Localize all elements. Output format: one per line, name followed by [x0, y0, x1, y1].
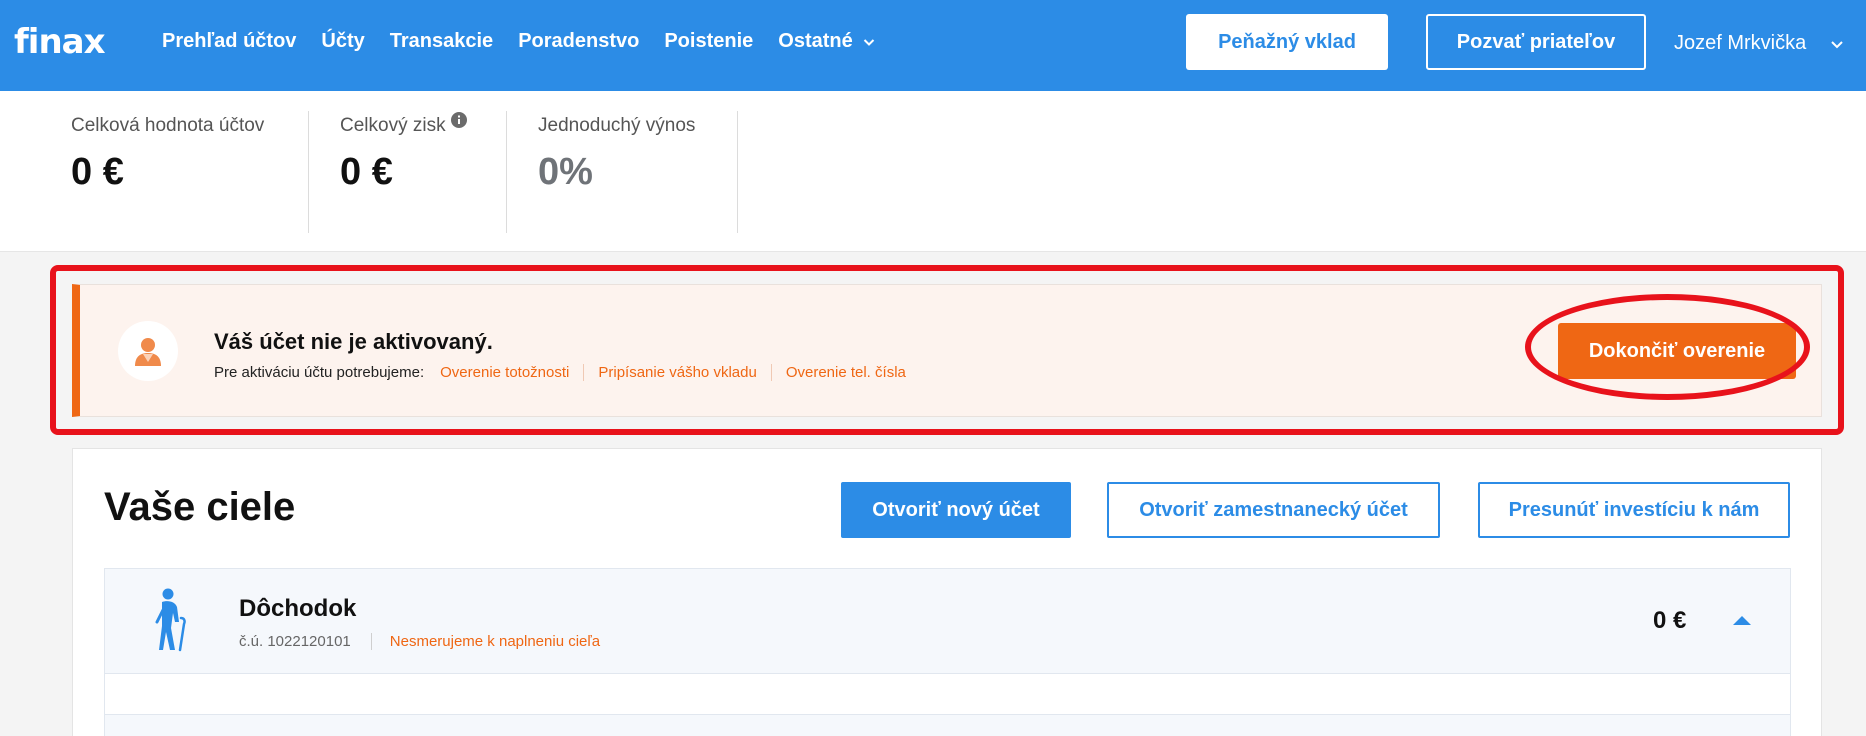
stat-divider	[506, 111, 507, 233]
user-menu[interactable]: Jozef Mrkvička	[1674, 32, 1844, 55]
stat-label: Celková hodnota účtov	[71, 115, 265, 136]
open-account-button[interactable]: Otvoriť nový účet	[841, 482, 1071, 538]
button-highlight-ellipse	[1525, 294, 1810, 400]
stat-total-value: Celková hodnota účtov 0 €	[71, 91, 264, 233]
deposit-button[interactable]: Peňažný vklad	[1186, 14, 1388, 70]
nav-item-insurance[interactable]: Poistenie	[664, 30, 753, 53]
goal-details-row	[104, 674, 1791, 714]
elderly-person-icon	[155, 588, 186, 652]
stat-label: Jednoduchý výnos	[538, 115, 696, 136]
nav-item-transactions[interactable]: Transakcie	[390, 30, 493, 53]
stat-value: 0 €	[340, 151, 393, 193]
stat-simple-return: Jednoduchý výnos 0%	[538, 91, 695, 233]
user-name: Jozef Mrkvička	[1674, 32, 1807, 54]
goal-status-warning: Nesmerujeme k naplneniu cieľa	[370, 633, 600, 650]
stat-label-row: Celkový zisk	[340, 112, 467, 137]
stat-total-profit: Celkový zisk 0 €	[340, 91, 467, 233]
info-icon[interactable]	[450, 112, 467, 128]
open-employee-account-button[interactable]: Otvoriť zamestnanecký účet	[1107, 482, 1440, 538]
nav-item-other[interactable]: Ostatné	[778, 30, 874, 53]
invite-friends-button[interactable]: Pozvať priateľov	[1426, 14, 1646, 70]
goal-amount: 0 €	[1653, 607, 1687, 634]
chevron-down-icon	[1831, 40, 1843, 48]
goal-account-number: č.ú. 1022120101	[239, 633, 351, 650]
finax-logo[interactable]: finax	[14, 22, 106, 62]
goal-row-retirement[interactable]: Dôchodok č.ú. 1022120101 Nesmerujeme k n…	[104, 568, 1791, 674]
stat-divider	[737, 111, 738, 233]
stat-divider	[308, 111, 309, 233]
nav-item-other-label: Ostatné	[778, 30, 853, 52]
nav-item-advisory[interactable]: Poradenstvo	[518, 30, 639, 53]
goals-card: Vaše ciele Otvoriť nový účet Otvoriť zam…	[72, 448, 1822, 736]
stat-label: Celkový zisk	[340, 115, 446, 136]
stat-value: 0%	[538, 151, 593, 193]
goal-details-row	[104, 714, 1791, 736]
account-summary: Celková hodnota účtov 0 € Celkový zisk 0…	[0, 91, 1866, 252]
goal-name: Dôchodok	[239, 595, 357, 622]
chevron-down-icon	[863, 38, 874, 46]
stat-value: 0 €	[71, 151, 124, 193]
goal-meta: č.ú. 1022120101 Nesmerujeme k naplneniu …	[239, 633, 600, 650]
main-nav: Prehľad účtov Účty Transakcie Poradenstv…	[162, 30, 900, 53]
transfer-investment-button[interactable]: Presunúť investíciu k nám	[1478, 482, 1790, 538]
nav-item-accounts-overview[interactable]: Prehľad účtov	[162, 30, 296, 53]
top-navigation-bar: finax Prehľad účtov Účty Transakcie Pora…	[0, 0, 1866, 91]
goals-title: Vaše ciele	[104, 485, 296, 529]
collapse-arrow-icon[interactable]	[1731, 613, 1753, 627]
nav-item-accounts[interactable]: Účty	[321, 30, 364, 53]
